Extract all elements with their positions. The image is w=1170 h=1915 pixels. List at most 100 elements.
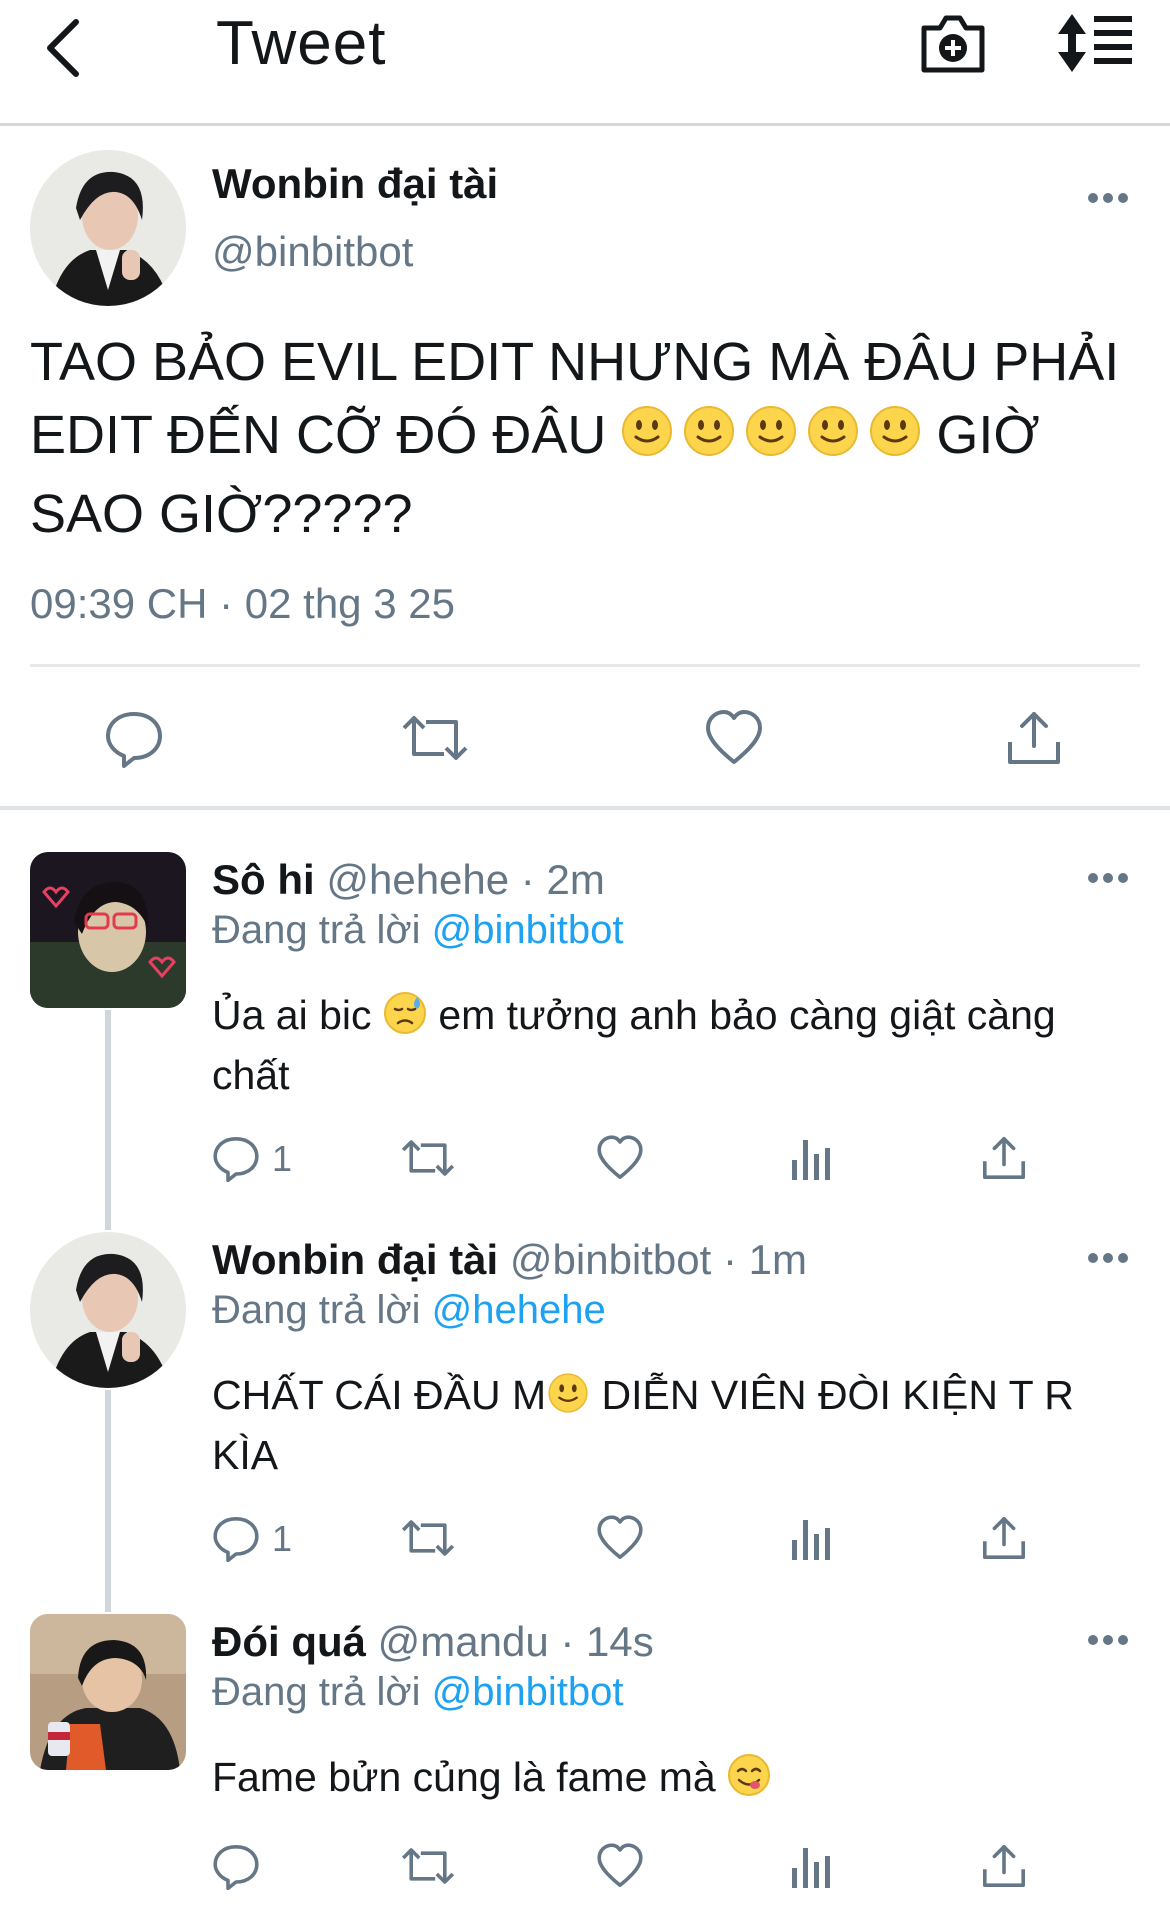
- retweet-button[interactable]: [400, 1514, 456, 1567]
- reply-text-segment: Fame bửn củng là fame mà: [212, 1754, 716, 1800]
- analytics-button[interactable]: [790, 1134, 834, 1187]
- share-button[interactable]: [980, 1134, 1028, 1187]
- retweet-icon: [401, 1520, 455, 1556]
- reply-avatar[interactable]: [30, 852, 186, 1008]
- retweet-button[interactable]: [400, 1842, 456, 1895]
- like-button[interactable]: [596, 1134, 644, 1187]
- tweet-timestamp[interactable]: 09:39 CH · 02 thg 3 25: [30, 580, 455, 628]
- section-divider: [0, 806, 1170, 810]
- analytics-icon: [792, 1140, 830, 1180]
- heart-icon: [597, 1515, 643, 1559]
- reply-author-meta[interactable]: @hehehe · 2m: [326, 856, 604, 903]
- more-icon: [1088, 193, 1128, 203]
- analytics-button[interactable]: [790, 1514, 834, 1567]
- tweet-text-line: EDIT ĐẾN CỠ ĐÓ ĐÂU GIỜ: [30, 399, 1140, 478]
- share-icon: [983, 1845, 1025, 1887]
- share-button[interactable]: [980, 1514, 1028, 1567]
- reply-header: Sô hi @hehehe · 2m: [212, 856, 605, 904]
- reply-icon: [213, 1517, 259, 1563]
- retweet-icon: [402, 716, 468, 760]
- heart-icon: [597, 1843, 643, 1887]
- reply-header: Wonbin đại tài @binbitbot · 1m: [212, 1236, 807, 1284]
- downcast-sweat-emoji-icon: [383, 991, 427, 1048]
- reply-icon: [213, 1137, 259, 1183]
- reply-author-name[interactable]: Wonbin đại tài: [212, 1236, 498, 1283]
- share-button[interactable]: [1004, 708, 1064, 773]
- reply-count: 1: [272, 1138, 293, 1179]
- more-options-button[interactable]: [1086, 868, 1130, 888]
- share-icon: [983, 1517, 1025, 1559]
- reply-text: CHẤT CÁI ĐẦU M DIỄN VIÊN ĐÒI KIỆN T R KÌ…: [212, 1368, 1142, 1482]
- reply-text: Fame bửn củng là fame mà: [212, 1750, 1142, 1810]
- reply-author-meta[interactable]: @binbitbot · 1m: [510, 1236, 807, 1283]
- tweet-text-line: TAO BẢO EVIL EDIT NHƯNG MÀ ĐÂU PHẢI: [30, 332, 1120, 392]
- heart-icon: [597, 1135, 643, 1179]
- mention-link[interactable]: @binbitbot: [432, 908, 624, 952]
- avatar-image: [30, 150, 186, 306]
- analytics-icon: [792, 1848, 830, 1888]
- more-icon: [1088, 1635, 1128, 1645]
- chevron-left-icon: [47, 19, 79, 77]
- reply-button[interactable]: [104, 708, 164, 773]
- avatar-image: [30, 1232, 186, 1388]
- more-options-button[interactable]: [1086, 1248, 1130, 1268]
- tweet-text-segment: GIỜ: [936, 405, 1040, 465]
- reply-author-name[interactable]: Đói quá: [212, 1618, 366, 1665]
- replying-label: Đang trả lời: [212, 1670, 421, 1714]
- more-options-button[interactable]: [1086, 1630, 1130, 1650]
- reply-text: Ủa ai bic em tưởng anh bảo càng giật càn…: [212, 988, 1142, 1102]
- retweet-button[interactable]: [400, 708, 470, 773]
- tweet-text: TAO BẢO EVIL EDIT NHƯNG MÀ ĐÂU PHẢI EDIT…: [30, 326, 1140, 551]
- like-button[interactable]: [596, 1514, 644, 1567]
- heart-icon: [706, 710, 762, 764]
- analytics-icon: [792, 1520, 830, 1560]
- reply-text-segment: CHẤT CÁI ĐẦU M: [212, 1372, 547, 1418]
- tweet-text-line: SAO GIỜ?????: [30, 484, 413, 544]
- author-avatar[interactable]: [30, 150, 186, 306]
- analytics-button[interactable]: [790, 1842, 834, 1895]
- reply-header: Đói quá @mandu · 14s: [212, 1618, 654, 1666]
- more-options-button[interactable]: [1086, 188, 1130, 208]
- reply-icon: [106, 712, 162, 768]
- replying-to: Đang trả lời @binbitbot: [212, 1670, 624, 1715]
- replying-to: Đang trả lời @binbitbot: [212, 908, 624, 953]
- like-button[interactable]: [596, 1842, 644, 1895]
- share-icon: [1008, 712, 1060, 764]
- yum-emoji-icon: [727, 1753, 771, 1810]
- reply-author-name[interactable]: Sô hi: [212, 856, 315, 903]
- camera-add-icon: [921, 15, 985, 73]
- more-icon: [1088, 1253, 1128, 1263]
- reply-button[interactable]: [212, 1842, 260, 1895]
- more-icon: [1088, 873, 1128, 883]
- reply-icon: [213, 1845, 259, 1891]
- reply-text-segment: Ủa ai bic: [212, 992, 372, 1038]
- replying-label: Đang trả lời: [212, 908, 421, 952]
- tweet-text-segment: EDIT ĐẾN CỠ ĐÓ ĐÂU: [30, 405, 607, 465]
- reply-avatar[interactable]: [30, 1232, 186, 1388]
- reply-button[interactable]: [212, 1514, 260, 1567]
- back-button[interactable]: [40, 8, 100, 78]
- thread-line: [105, 1390, 111, 1612]
- avatar-image: [30, 1614, 186, 1770]
- mention-link[interactable]: @binbitbot: [432, 1670, 624, 1714]
- reply-button[interactable]: [212, 1134, 260, 1187]
- reply-author-meta[interactable]: @mandu · 14s: [378, 1618, 654, 1665]
- share-icon: [983, 1137, 1025, 1179]
- top-bar: Tweet: [0, 0, 1170, 126]
- sort-icon: [1058, 14, 1132, 72]
- reply-count: 1: [272, 1518, 293, 1559]
- mention-link[interactable]: @hehehe: [432, 1288, 606, 1332]
- author-name[interactable]: Wonbin đại tài: [212, 160, 498, 208]
- author-handle[interactable]: @binbitbot: [212, 228, 413, 276]
- share-button[interactable]: [980, 1842, 1028, 1895]
- camera-button[interactable]: [918, 10, 988, 76]
- like-button[interactable]: [704, 708, 764, 773]
- retweet-icon: [401, 1848, 455, 1884]
- sort-replies-button[interactable]: [1056, 10, 1134, 76]
- slight-smile-emoji-icon: [546, 1371, 590, 1428]
- avatar-image: [30, 852, 186, 1008]
- retweet-button[interactable]: [400, 1134, 456, 1187]
- reply-avatar[interactable]: [30, 1614, 186, 1770]
- replying-label: Đang trả lời: [212, 1288, 421, 1332]
- replying-to: Đang trả lời @hehehe: [212, 1288, 606, 1333]
